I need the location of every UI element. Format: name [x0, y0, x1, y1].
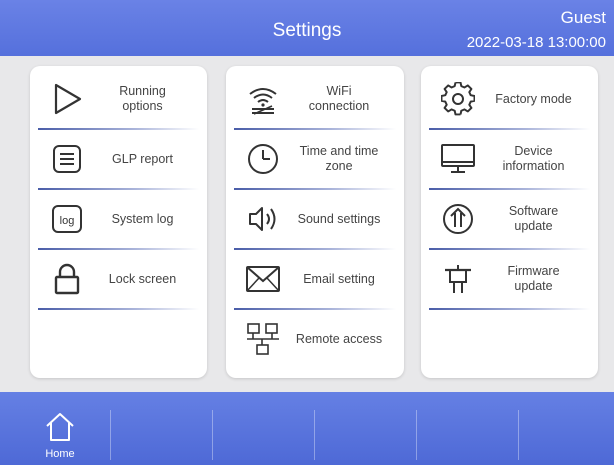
menu-item-label: Factory mode: [495, 91, 572, 106]
svg-text:log: log: [60, 215, 75, 227]
menu-item-label: Lock screen: [108, 271, 177, 286]
menu-item-label: WiFi connection: [308, 84, 370, 113]
menu-item-running-options[interactable]: Running options: [36, 74, 201, 130]
gear-icon: [437, 78, 479, 120]
menu-item-label: Firmware update: [507, 264, 560, 293]
email-icon: [242, 258, 284, 300]
log-icon: log: [46, 198, 88, 240]
upload-icon: [437, 198, 479, 240]
menu-item-lock-screen[interactable]: Lock screen: [36, 254, 201, 310]
bottom-nav-bar: Home: [0, 392, 614, 465]
home-icon: [44, 413, 76, 446]
menu-item-device-information[interactable]: Device information: [427, 134, 592, 190]
wifi-icon: [242, 78, 284, 120]
clock-icon: [242, 138, 284, 180]
nav-divider: [212, 410, 213, 460]
user-name: Guest: [560, 8, 606, 27]
menu-item-label: Time and time zone: [299, 144, 379, 173]
top-bar: Settings Guest 2022-03-18 13:00:00: [0, 0, 614, 56]
menu-item-label: Sound settings: [297, 211, 381, 226]
firmware-icon: [437, 258, 479, 300]
menu-item-label: Running options: [119, 84, 166, 113]
report-icon: [46, 138, 88, 180]
menu-item-email-setting[interactable]: Email setting: [232, 254, 398, 310]
menu-item-label: GLP report: [112, 151, 173, 166]
menu-item-sound-settings[interactable]: Sound settings: [232, 194, 398, 250]
menu-item-software-update[interactable]: Software update: [427, 194, 592, 250]
menu-item-firmware-update[interactable]: Firmware update: [427, 254, 592, 310]
menu-item-label: Remote access: [295, 331, 383, 346]
network-icon: [242, 318, 284, 360]
menu-item-label: Email setting: [303, 271, 375, 286]
nav-divider: [416, 410, 417, 460]
menu-item-label: System log: [111, 211, 174, 226]
nav-divider: [314, 410, 315, 460]
menu-item-factory-mode[interactable]: Factory mode: [427, 74, 592, 130]
menu-item-wifi-connection[interactable]: WiFi connection: [232, 74, 398, 130]
datetime-display: 2022-03-18 13:00:00: [466, 34, 606, 51]
lock-icon: [46, 258, 88, 300]
settings-panel-general: Running options GLP report log System lo…: [30, 66, 207, 378]
menu-item-label: Device information: [502, 144, 565, 173]
menu-item-time-zone[interactable]: Time and time zone: [232, 134, 398, 190]
home-label: Home: [45, 448, 75, 460]
home-button[interactable]: Home: [32, 412, 88, 460]
menu-item-glp-report[interactable]: GLP report: [36, 134, 201, 190]
nav-divider: [110, 410, 111, 460]
settings-panel-system: Factory mode Device information Software…: [421, 66, 598, 378]
menu-item-remote-access[interactable]: Remote access: [232, 314, 398, 364]
nav-divider: [518, 410, 519, 460]
menu-item-system-log[interactable]: log System log: [36, 194, 201, 250]
menu-item-label: Software update: [508, 204, 559, 233]
settings-panel-connectivity: WiFi connection Time and time zone Sound…: [226, 66, 404, 378]
monitor-icon: [437, 138, 479, 180]
speaker-icon: [242, 198, 284, 240]
play-icon: [46, 78, 88, 120]
